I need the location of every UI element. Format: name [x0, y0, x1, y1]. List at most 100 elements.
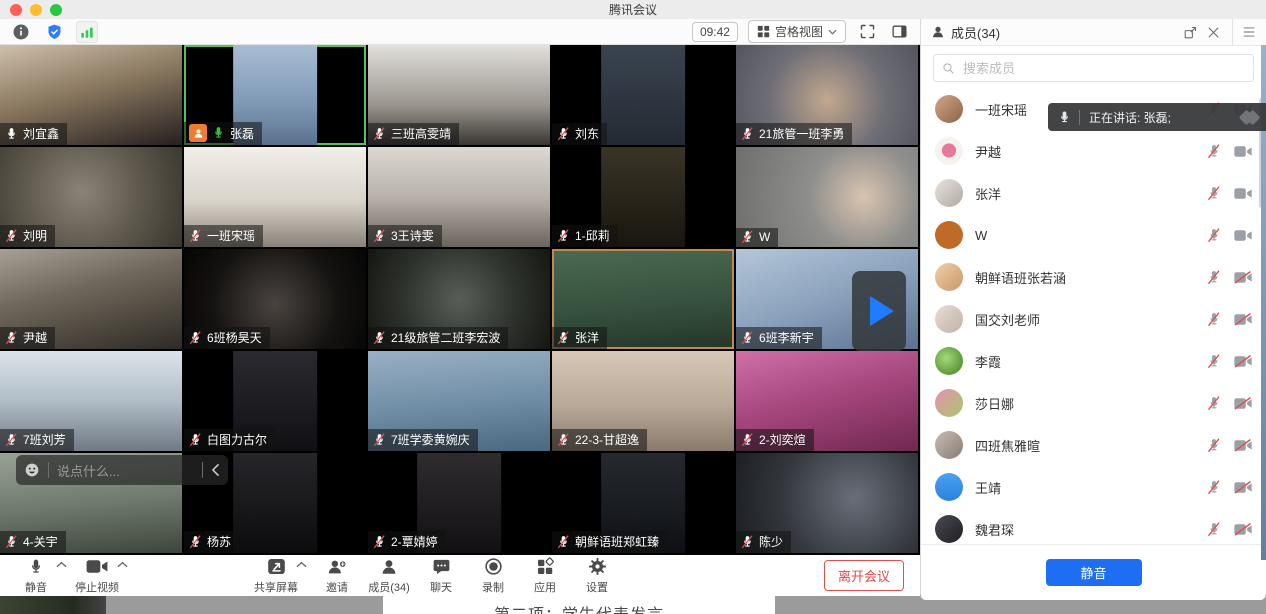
member-mic-muted-icon[interactable]	[1207, 186, 1221, 201]
tile-name-label: 7班刘芳	[0, 429, 74, 451]
video-tile[interactable]: 2-覃婧婷	[368, 453, 552, 555]
meeting-info-icon[interactable]	[10, 21, 32, 43]
video-tile[interactable]: 6班杨昊天	[184, 249, 368, 351]
video-tile[interactable]: 三班高雯靖	[368, 45, 552, 147]
divider	[1079, 110, 1080, 125]
member-row[interactable]: 国交刘老师	[921, 298, 1266, 340]
member-row[interactable]: 王靖	[921, 466, 1266, 508]
member-mic-muted-icon[interactable]	[1207, 438, 1221, 453]
member-mic-muted-icon[interactable]	[1207, 480, 1221, 495]
member-search-input[interactable]	[961, 60, 1245, 77]
video-tile[interactable]: 刘东	[552, 45, 736, 147]
member-mic-muted-icon[interactable]	[1207, 228, 1221, 243]
member-camera-on-icon[interactable]	[1234, 229, 1252, 242]
participant-name: 尹越	[23, 329, 47, 346]
video-tile[interactable]: 21旅管一班李勇	[736, 45, 920, 147]
member-row[interactable]: 魏君琛	[921, 508, 1266, 544]
collapse-chevron-left-icon[interactable]	[211, 464, 220, 476]
member-name: W	[975, 228, 1207, 243]
video-tile[interactable]: 一班宋瑶	[184, 147, 368, 249]
mute-all-button[interactable]: 静音	[1046, 559, 1142, 586]
member-camera-off-icon[interactable]	[1234, 271, 1252, 284]
participant-name: 陈少	[759, 533, 783, 550]
chevron-up-icon[interactable]	[56, 561, 67, 568]
close-panel-icon[interactable]	[1207, 26, 1220, 39]
zoom-window-button[interactable]	[50, 4, 62, 16]
member-mic-muted-icon[interactable]	[1207, 354, 1221, 369]
toolbar-members-button[interactable]: 成员(34)	[367, 556, 411, 595]
video-tile[interactable]: 张洋	[552, 249, 736, 351]
video-tile[interactable]: 白图力古尔	[184, 351, 368, 453]
video-tile[interactable]: 陈少	[736, 453, 920, 555]
emoji-icon[interactable]	[24, 462, 40, 478]
video-tile[interactable]: W	[736, 147, 920, 249]
video-tile[interactable]: 7班刘芳	[0, 351, 184, 453]
member-camera-off-icon[interactable]	[1234, 397, 1252, 410]
member-row[interactable]: W	[921, 214, 1266, 256]
video-tile[interactable]: 刘明	[0, 147, 184, 249]
side-panel-toggle-icon[interactable]	[888, 21, 910, 43]
member-camera-off-icon[interactable]	[1234, 355, 1252, 368]
member-camera-off-icon[interactable]	[1234, 313, 1252, 326]
avatar	[935, 95, 963, 123]
chevron-up-icon[interactable]	[117, 561, 128, 568]
member-row[interactable]: 张洋	[921, 172, 1266, 214]
chat-input-placeholder[interactable]: 说点什么...	[57, 461, 194, 480]
view-mode-dropdown[interactable]: 宫格视图	[748, 20, 846, 43]
toolbar-settings-button[interactable]: 设置	[575, 556, 619, 595]
member-camera-off-icon[interactable]	[1234, 523, 1252, 536]
member-mic-muted-icon[interactable]	[1207, 312, 1221, 327]
fullscreen-icon[interactable]	[856, 21, 878, 43]
member-mic-muted-icon[interactable]	[1207, 396, 1221, 411]
toolbar-record-button[interactable]: 录制	[471, 556, 515, 595]
toolbar-camera-button[interactable]: 停止视频	[75, 556, 119, 595]
next-page-button[interactable]	[852, 271, 906, 351]
member-row[interactable]: 尹越	[921, 130, 1266, 172]
members-panel-footer: 静音	[921, 544, 1266, 600]
member-mic-muted-icon[interactable]	[1207, 144, 1221, 159]
video-tile[interactable]: 张磊	[184, 45, 368, 147]
toolbar-invite-button[interactable]: 邀请	[315, 556, 359, 595]
toolbar-share-screen-button[interactable]: 共享屏幕	[254, 556, 298, 595]
member-row[interactable]: 四班焦雅暄	[921, 424, 1266, 466]
video-tile[interactable]: 3王诗雯	[368, 147, 552, 249]
minimize-window-button[interactable]	[30, 4, 42, 16]
quick-chat-overlay[interactable]: 说点什么...	[16, 455, 228, 485]
member-camera-on-icon[interactable]	[1234, 145, 1252, 158]
video-tile[interactable]: 1-邱莉	[552, 147, 736, 249]
video-tile[interactable]: 22-3-甘超逸	[552, 351, 736, 453]
tile-name-label: 6班杨昊天	[184, 327, 270, 349]
menu-hamburger-icon[interactable]	[1242, 26, 1256, 38]
video-tile[interactable]: 7班学委黄婉庆	[368, 351, 552, 453]
tile-name-label: 陈少	[736, 531, 791, 553]
member-row[interactable]: 李霞	[921, 340, 1266, 382]
tile-name-label: 2-刘奕煊	[736, 429, 814, 451]
member-camera-on-icon[interactable]	[1234, 187, 1252, 200]
mic-icon	[1058, 110, 1071, 125]
close-window-button[interactable]	[10, 4, 22, 16]
video-tile[interactable]: 刘宜鑫	[0, 45, 184, 147]
member-mic-muted-icon[interactable]	[1207, 522, 1221, 537]
tile-name-label: 7班学委黄婉庆	[368, 429, 478, 451]
popout-panel-icon[interactable]	[1183, 25, 1198, 40]
member-row[interactable]: 莎日娜	[921, 382, 1266, 424]
participant-name: 2-覃婧婷	[391, 533, 438, 550]
network-signal-icon[interactable]	[76, 21, 98, 43]
security-shield-icon[interactable]	[43, 21, 65, 43]
member-name: 国交刘老师	[975, 310, 1207, 329]
video-tile[interactable]: 2-刘奕煊	[736, 351, 920, 453]
member-camera-off-icon[interactable]	[1234, 439, 1252, 452]
member-row[interactable]: 朝鲜语班张若涵	[921, 256, 1266, 298]
chevron-up-icon[interactable]	[296, 561, 307, 568]
toolbar-chat-button[interactable]: 聊天	[419, 556, 463, 595]
member-mic-muted-icon[interactable]	[1207, 270, 1221, 285]
video-tile[interactable]: 朝鲜语班郑虹臻	[552, 453, 736, 555]
video-tile[interactable]: 尹越	[0, 249, 184, 351]
member-search-box[interactable]	[933, 54, 1254, 82]
toolbar-mic-button[interactable]: 静音	[14, 556, 58, 595]
toolbar-apps-button[interactable]: 应用	[523, 556, 567, 595]
video-tile[interactable]: 21级旅管二班李宏波	[368, 249, 552, 351]
leave-meeting-button[interactable]: 离开会议	[824, 560, 904, 591]
toolbar-item-label: 共享屏幕	[254, 579, 298, 595]
member-camera-off-icon[interactable]	[1234, 481, 1252, 494]
